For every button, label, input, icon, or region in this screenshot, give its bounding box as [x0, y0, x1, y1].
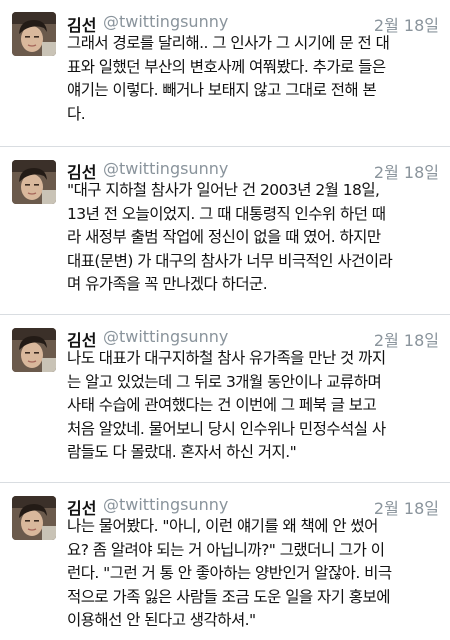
tweet-text-line: 람들도 다 몰랐대. 혼자서 하신 거지."	[67, 443, 297, 461]
author-handle[interactable]: @twittingsunny	[103, 495, 228, 514]
tweet-text: 나도 대표가 대구지하철 참사 유가족을 만난 것 까지 는 알고 있었는데 그…	[67, 347, 443, 465]
tweet-text-line: 적으로 가족 잃은 사람들 조금 도운 일을 자기 홍보에	[67, 587, 390, 606]
author-handle[interactable]: @twittingsunny	[103, 159, 228, 178]
tweet-item[interactable]: 김선 @twittingsunny 2월 18일 나는 물어봤다. "아니, 이…	[0, 483, 450, 640]
tweet-text-line: 그래서 경로를 달리해.. 그 인사가 그 시기에 문 전 대	[67, 34, 390, 52]
tweet-text-line: 표와 일했던 부산의 변호사께 여쭤봤다. 추가로 들은	[67, 57, 386, 76]
avatar[interactable]	[12, 12, 56, 56]
tweet-text-line: 나도 대표가 대구지하철 참사 유가족을 만난 것 까지	[67, 349, 386, 367]
avatar[interactable]	[12, 496, 56, 540]
avatar[interactable]	[12, 328, 56, 372]
tweet-text-line: 런다. "그런 거 통 안 좋아하는 양반인거 알잖아. 비극	[67, 564, 392, 582]
tweet-text-line: 얘기는 이렇다. 빼거나 보태지 않고 그대로 전해 본	[67, 81, 377, 99]
tweet-text-line: 이용해선 안 된다고 생각하셔."	[67, 611, 256, 629]
tweet-text-line: 나는 물어봤다. "아니, 이런 얘기를 왜 책에 안 썼어	[67, 517, 378, 535]
avatar-photo-icon	[12, 496, 56, 540]
tweet-text: "대구 지하철 참사가 일어난 건 2003년 2월 18일, 13년 전 오늘…	[67, 179, 443, 297]
tweet-text-line: 처음 알았네. 물어보니 당시 인수위나 민정수석실 사	[67, 419, 386, 438]
avatar[interactable]	[12, 160, 56, 204]
tweet-text: 나는 물어봤다. "아니, 이런 얘기를 왜 책에 안 썼어 요? 좀 알려야 …	[67, 515, 443, 633]
tweet-item[interactable]: 김선 @twittingsunny 2월 18일 그래서 경로를 달리해.. 그…	[0, 0, 450, 147]
tweet-text-line: 는 알고 있었는데 그 뒤로 3개월 동안이나 교류하며	[67, 372, 382, 391]
tweet-text: 그래서 경로를 달리해.. 그 인사가 그 시기에 문 전 대 표와 일했던 부…	[67, 32, 443, 126]
tweet-timeline: 김선 @twittingsunny 2월 18일 그래서 경로를 달리해.. 그…	[0, 0, 450, 640]
tweet-item[interactable]: 김선 @twittingsunny 2월 18일 나도 대표가 대구지하철 참사…	[0, 315, 450, 483]
avatar-photo-icon	[12, 12, 56, 56]
tweet-text-line: "대구 지하철 참사가 일어난 건 2003년 2월 18일,	[67, 181, 380, 199]
tweet-text-line: 대표(문변) 가 대구의 참사가 너무 비극적인 사건이라	[67, 251, 393, 270]
tweet-text-line: 다.	[67, 104, 86, 123]
tweet-text-line: 13년 전 오늘이었지. 그 때 대통령직 인수위 하던 때	[67, 204, 386, 223]
avatar-photo-icon	[12, 160, 56, 204]
author-handle[interactable]: @twittingsunny	[103, 327, 228, 346]
tweet-text-line: 라 새정부 출범 작업에 정신이 없을 때 였어. 하지만	[67, 228, 381, 246]
author-handle[interactable]: @twittingsunny	[103, 12, 228, 31]
tweet-text-line: 사태 수습에 관여했다는 건 이번에 그 페북 글 보고	[67, 396, 377, 414]
tweet-text-line: 며 유가족을 꼭 만나겠다 하더군.	[67, 275, 268, 293]
tweet-text-line: 요? 좀 알려야 되는 거 아닙니까?" 그랬더니 그가 이	[67, 540, 385, 559]
tweet-item[interactable]: 김선 @twittingsunny 2월 18일 "대구 지하철 참사가 일어난…	[0, 147, 450, 315]
avatar-photo-icon	[12, 328, 56, 372]
